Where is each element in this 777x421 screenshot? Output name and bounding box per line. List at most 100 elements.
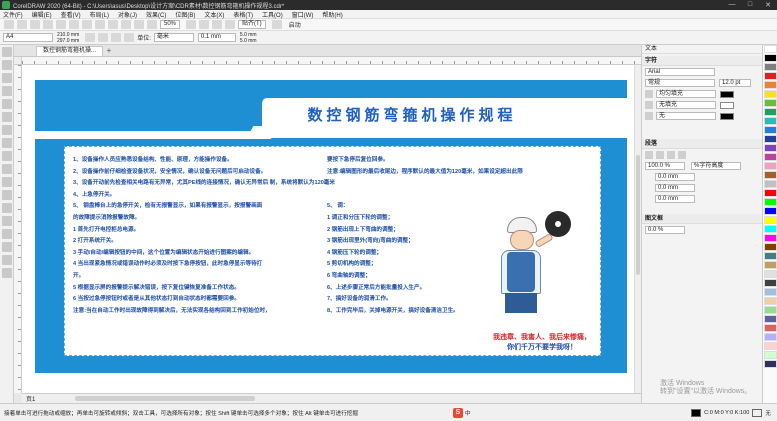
palette-swatch[interactable] [764,45,777,53]
copy-icon[interactable] [69,20,79,29]
zoom-tool-icon[interactable] [2,86,12,96]
palette-swatch[interactable] [764,297,777,305]
add-tool-icon[interactable] [2,268,12,278]
palette-swatch[interactable] [764,144,777,152]
palette-swatch[interactable] [764,72,777,80]
palette-swatch[interactable] [764,234,777,242]
maximize-button[interactable]: □ [741,1,759,9]
line-spacing-field[interactable]: 100.0 % [645,162,685,170]
vertical-ruler[interactable] [14,65,22,393]
palette-swatch[interactable] [764,99,777,107]
ruler-origin[interactable] [14,57,22,65]
drawing-canvas[interactable]: 数控钢筋弯箍机操作规程 1、设备操作人员应熟悉设备结构、性能、原理，方能操作设备… [22,65,641,393]
spacing-unit-select[interactable]: %字符高度 [691,162,741,170]
palette-swatch[interactable] [764,252,777,260]
zoom-level-field[interactable]: 50% [160,20,181,29]
palette-swatch[interactable] [764,243,777,251]
rulers-icon[interactable] [199,20,210,29]
palette-swatch[interactable] [764,261,777,269]
interactive-fill-icon[interactable] [2,242,12,252]
palette-swatch[interactable] [764,198,777,206]
palette-swatch[interactable] [764,225,777,233]
justify-icon[interactable] [678,151,686,159]
cut-icon[interactable] [56,20,66,29]
palette-swatch[interactable] [764,324,777,332]
vertical-scrollbar[interactable] [634,65,641,393]
polygon-tool-icon[interactable] [2,151,12,161]
frame-field[interactable]: 0.0 % [645,226,685,234]
palette-swatch[interactable] [764,117,777,125]
eyedropper-icon[interactable] [2,229,12,239]
menu-effects[interactable]: 效果(C) [146,10,166,19]
snap-to-dropdown[interactable]: 贴齐(T) [238,20,266,29]
paste-icon[interactable] [82,20,92,29]
guides-icon[interactable] [225,20,236,29]
palette-swatch[interactable] [764,126,777,134]
artistic-media-icon[interactable] [2,112,12,122]
font-style-list[interactable]: 常规 [645,79,715,87]
palette-swatch[interactable] [764,90,777,98]
background-fill-select[interactable]: 无填充 [656,101,716,109]
horizontal-ruler[interactable] [22,57,641,65]
palette-swatch[interactable] [764,333,777,341]
outline-color-swatch[interactable] [720,112,734,120]
redo-icon[interactable] [108,20,118,29]
undo-icon[interactable] [95,20,105,29]
save-icon[interactable] [30,20,40,29]
open-icon[interactable] [17,20,27,29]
portrait-icon[interactable] [85,33,96,42]
menu-table[interactable]: 表格(T) [233,10,253,19]
crop-tool-icon[interactable] [2,73,12,83]
palette-swatch[interactable] [764,270,777,278]
first-line-indent-field[interactable]: 0.0 mm [655,173,695,181]
menu-file[interactable]: 文件(F) [3,10,23,19]
fill-type-select[interactable]: 均匀填充 [656,90,716,98]
vertical-scroll-thumb[interactable] [636,155,640,275]
import-icon[interactable] [121,20,131,29]
align-center-icon[interactable] [656,151,664,159]
palette-swatch[interactable] [764,351,777,359]
horizontal-scroll-thumb[interactable] [75,396,256,401]
palette-swatch[interactable] [764,108,777,116]
grid-icon[interactable] [212,20,223,29]
close-button[interactable]: ✕ [759,1,777,9]
shape-tool-icon[interactable] [2,60,12,70]
outline-status-swatch[interactable] [752,408,763,417]
units-select[interactable]: 毫米 [153,33,194,42]
transparency-icon[interactable] [2,216,12,226]
fill-color-swatch[interactable] [720,90,734,98]
right-indent-field[interactable]: 0.0 mm [655,195,695,203]
smart-fill-icon[interactable] [2,255,12,265]
launch-dropdown[interactable]: 启动 [289,20,301,29]
add-tab-icon[interactable]: + [103,46,115,56]
menu-layout[interactable]: 布局(L) [90,10,109,19]
landscape-icon[interactable] [98,33,109,42]
print-icon[interactable] [43,20,53,29]
document-tab[interactable]: 数控钢筋弯箍机操... [36,46,104,56]
outline-width-select[interactable]: 无 [656,112,716,120]
palette-swatch[interactable] [764,216,777,224]
palette-swatch[interactable] [764,171,777,179]
menu-text[interactable]: 文本(X) [204,10,224,19]
freehand-tool-icon[interactable] [2,99,12,109]
export-icon[interactable] [134,20,144,29]
paragraph-section-header[interactable]: 段落 [642,139,762,149]
fill-status-swatch[interactable] [691,408,702,417]
parallel-dimension-icon[interactable] [2,177,12,187]
palette-swatch[interactable] [764,207,777,215]
menu-view[interactable]: 查看(V) [61,10,81,19]
page-size-select[interactable]: A4 [3,33,53,42]
rules-text-panel[interactable]: 1、设备操作人员应熟悉设备结构、性能、原理，方能操作设备。 2、设备操作前仔细检… [64,146,601,356]
dup-y-field[interactable]: 5.0 mm [240,38,257,44]
palette-swatch[interactable] [764,162,777,170]
palette-swatch[interactable] [764,135,777,143]
new-icon[interactable] [4,20,14,29]
menu-window[interactable]: 窗口(W) [292,10,314,19]
menu-tools[interactable]: 工具(O) [262,10,283,19]
palette-swatch[interactable] [764,63,777,71]
menu-help[interactable]: 帮助(H) [322,10,342,19]
publish-pdf-icon[interactable] [147,20,157,29]
rectangle-tool-icon[interactable] [2,125,12,135]
palette-swatch[interactable] [764,288,777,296]
connector-tool-icon[interactable] [2,190,12,200]
